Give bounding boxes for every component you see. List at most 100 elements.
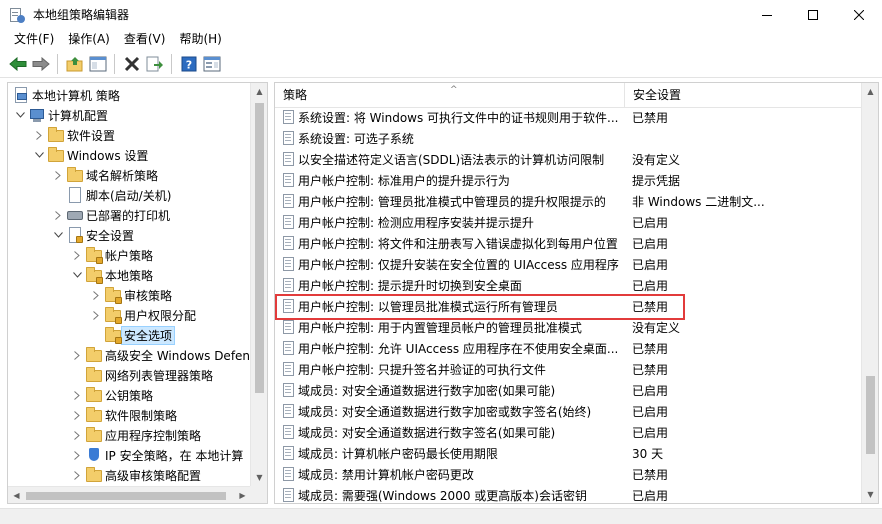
tree-vertical-scroll-thumb[interactable] (255, 103, 264, 393)
policy-row[interactable]: 域成员: 对安全通道数据进行数字签名(如果可能) 已启用 (275, 422, 862, 443)
column-header-policy[interactable]: 策略 ^ (275, 83, 625, 108)
status-bar (0, 508, 882, 524)
policy-row[interactable]: 系统设置: 将 Windows 可执行文件中的证书规则用于软件... 已禁用 (275, 107, 862, 128)
tree-item[interactable]: Windows 设置 (33, 145, 148, 165)
tree-item[interactable]: 网络列表管理器策略 (71, 365, 213, 385)
policy-security-setting: 没有定义 (632, 321, 681, 335)
collapsed-chevron-icon[interactable] (33, 125, 45, 145)
folder-icon (86, 427, 102, 443)
scroll-right-icon[interactable]: ▶ (234, 487, 251, 503)
delete-button[interactable] (120, 53, 143, 75)
tree-item[interactable]: 帐户策略 (71, 245, 153, 265)
computer-policy-icon (13, 87, 29, 103)
back-button[interactable] (6, 53, 29, 75)
expanded-chevron-icon[interactable] (33, 145, 45, 165)
list-vertical-scroll-thumb[interactable] (866, 376, 875, 454)
collapsed-chevron-icon[interactable] (90, 305, 102, 325)
policy-row[interactable]: 系统设置: 可选子系统 (275, 128, 862, 149)
scroll-down-icon[interactable]: ▼ (251, 469, 267, 486)
menu-help[interactable]: 帮助(H) (172, 29, 228, 50)
tree-item[interactable]: 安全设置 (52, 225, 134, 245)
policy-name: 用户帐户控制: 以管理员批准模式运行所有管理员 (298, 300, 558, 314)
collapsed-chevron-icon[interactable] (71, 385, 83, 405)
scroll-down-icon[interactable]: ▼ (862, 486, 878, 503)
collapsed-chevron-icon[interactable] (52, 165, 64, 185)
policy-row[interactable]: 用户帐户控制: 只提升签名并验证的可执行文件 已禁用 (275, 359, 862, 380)
tree-vertical-scrollbar[interactable]: ▲ ▼ (250, 83, 267, 486)
policy-row[interactable]: 域成员: 需要强(Windows 2000 或更高版本)会话密钥 已启用 (275, 485, 862, 503)
tree-item[interactable]: 安全选项 (90, 325, 176, 345)
maximize-button[interactable] (790, 0, 836, 29)
tree-item[interactable]: 已部署的打印机 (52, 205, 170, 225)
toolbar: ? (0, 51, 882, 78)
minimize-button[interactable] (744, 0, 790, 29)
tree-item-label: 安全选项 (121, 325, 176, 345)
export-list-button[interactable] (143, 53, 166, 75)
policy-row[interactable]: 用户帐户控制: 用于内置管理员帐户的管理员批准模式 没有定义 (275, 317, 862, 338)
tree-item[interactable]: 应用程序控制策略 (71, 425, 201, 445)
scroll-up-icon[interactable]: ▲ (251, 83, 267, 100)
tree-item[interactable]: 本地计算机 策略 (10, 85, 120, 105)
close-button[interactable] (836, 0, 882, 29)
tree-item[interactable]: 软件设置 (33, 125, 115, 145)
collapsed-chevron-icon[interactable] (52, 205, 64, 225)
policy-row[interactable]: 域成员: 计算机帐户密码最长使用期限 30 天 (275, 443, 862, 464)
forward-button[interactable] (29, 53, 52, 75)
policy-row[interactable]: 以安全描述符定义语言(SDDL)语法表示的计算机访问限制 没有定义 (275, 149, 862, 170)
collapsed-chevron-icon[interactable] (71, 465, 83, 485)
tree-item-label: 用户权限分配 (124, 308, 197, 323)
list-vertical-scrollbar[interactable]: ▲ ▼ (861, 83, 878, 503)
policy-row[interactable]: 用户帐户控制: 允许 UIAccess 应用程序在不使用安全桌面... 已禁用 (275, 338, 862, 359)
tree-item[interactable]: 本地策略 (71, 265, 153, 285)
tree-item[interactable]: 域名解析策略 (52, 165, 158, 185)
collapsed-chevron-icon[interactable] (71, 345, 83, 365)
console-tree[interactable]: 本地计算机 策略 计算机配置 软件设置 Windows 设置 域名解析策略 脚本(启动/关… (7, 82, 268, 504)
help-button[interactable]: ? (177, 53, 200, 75)
security-icon (67, 227, 83, 243)
policy-row[interactable]: 用户帐户控制: 标准用户的提升提示行为 提示凭据 (275, 170, 862, 191)
policy-row[interactable]: 域成员: 禁用计算机帐户密码更改 已禁用 (275, 464, 862, 485)
collapsed-chevron-icon[interactable] (90, 285, 102, 305)
policy-row[interactable]: 用户帐户控制: 将文件和注册表写入错误虚拟化到每用户位置 已启用 (275, 233, 862, 254)
tree-item[interactable]: 高级安全 Windows Defen (71, 345, 250, 365)
scroll-up-icon[interactable]: ▲ (862, 83, 878, 100)
collapsed-chevron-icon[interactable] (71, 445, 83, 465)
column-header-security-setting[interactable]: 安全设置 (625, 83, 862, 108)
expanded-chevron-icon[interactable] (52, 225, 64, 245)
collapsed-chevron-icon[interactable] (71, 405, 83, 425)
policy-row[interactable]: 用户帐户控制: 以管理员批准模式运行所有管理员 已禁用 (275, 296, 862, 317)
expanded-chevron-icon[interactable] (14, 105, 26, 125)
export-list-icon (146, 56, 163, 72)
menu-action[interactable]: 操作(A) (61, 29, 117, 50)
tree-item[interactable]: IP 安全策略，在 本地计算 (71, 445, 243, 465)
tree-item[interactable]: 计算机配置 (14, 105, 108, 125)
tree-item[interactable]: 用户权限分配 (90, 305, 196, 325)
up-folder-button[interactable] (63, 53, 86, 75)
policy-name: 用户帐户控制: 检测应用程序安装并提示提升 (298, 216, 534, 230)
tree-item[interactable]: 软件限制策略 (71, 405, 177, 425)
tree-item-label: 高级审核策略配置 (105, 468, 202, 483)
policy-security-setting: 提示凭据 (632, 174, 681, 188)
tree-horizontal-scroll-thumb[interactable] (26, 492, 226, 500)
policy-list[interactable]: 策略 ^ 安全设置 系统设置: 将 Windows 可执行文件中的证书规则用于软… (274, 82, 879, 504)
collapsed-chevron-icon[interactable] (71, 425, 83, 445)
policy-setting-icon (282, 236, 296, 251)
policy-row[interactable]: 域成员: 对安全通道数据进行数字加密(如果可能) 已启用 (275, 380, 862, 401)
menu-file[interactable]: 文件(F) (7, 29, 61, 50)
policy-row[interactable]: 域成员: 对安全通道数据进行数字加密或数字签名(始终) 已启用 (275, 401, 862, 422)
menu-view[interactable]: 查看(V) (117, 29, 173, 50)
policy-row[interactable]: 用户帐户控制: 检测应用程序安装并提示提升 已启用 (275, 212, 862, 233)
policy-row[interactable]: 用户帐户控制: 仅提升安装在安全位置的 UIAccess 应用程序 已启用 (275, 254, 862, 275)
expanded-chevron-icon[interactable] (71, 265, 83, 285)
tree-item[interactable]: 脚本(启动/关机) (52, 185, 171, 205)
tree-item[interactable]: 公钥策略 (71, 385, 153, 405)
tree-horizontal-scrollbar[interactable]: ◀ ▶ (8, 486, 251, 503)
show-hide-tree-button[interactable] (86, 53, 109, 75)
scroll-left-icon[interactable]: ◀ (8, 487, 25, 503)
policy-row[interactable]: 用户帐户控制: 管理员批准模式中管理员的提升权限提示的 非 Windows 二进制… (275, 191, 862, 212)
tree-item[interactable]: 审核策略 (90, 285, 172, 305)
properties-button[interactable] (200, 53, 223, 75)
collapsed-chevron-icon[interactable] (71, 245, 83, 265)
policy-row[interactable]: 用户帐户控制: 提示提升时切换到安全桌面 已启用 (275, 275, 862, 296)
tree-item[interactable]: 高级审核策略配置 (71, 465, 201, 485)
